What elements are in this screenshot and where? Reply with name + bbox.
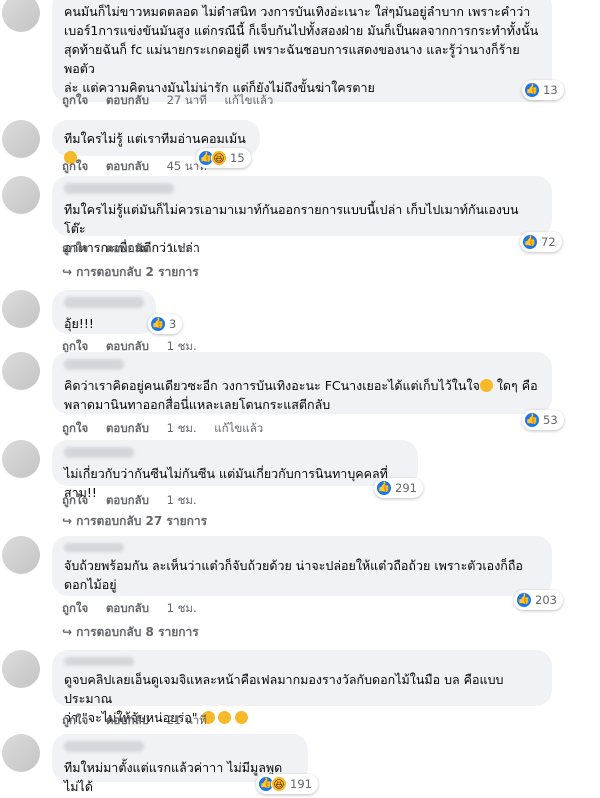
reaction-summary[interactable]: 👍 😆 15 — [196, 148, 251, 168]
reaction-count: 13 — [543, 83, 558, 97]
reply-button[interactable]: ตอบกลับ — [106, 159, 149, 173]
comment-actions: ถูกใจ ตอบกลับ 1 ชม. — [62, 240, 211, 258]
reaction-count: 15 — [230, 151, 245, 165]
avatar[interactable] — [2, 0, 40, 32]
avatar[interactable] — [2, 120, 40, 158]
like-button[interactable]: ถูกใจ — [62, 241, 88, 255]
author-name[interactable] — [64, 447, 134, 458]
like-button[interactable]: ถูกใจ — [62, 493, 88, 507]
comment-bubble: คนมันก็ไม่ขาวหมดตลอด ไม่ดำสนิท วงการบันเ… — [52, 0, 552, 102]
reply-arrow-icon: ↪ — [62, 625, 73, 639]
like-icon: 👍 — [524, 412, 540, 428]
timestamp[interactable]: 1 ชม. — [167, 339, 197, 353]
haha-icon: 😆 — [211, 150, 227, 166]
timestamp[interactable]: 1 ชม. — [167, 601, 197, 615]
comment-bubble: จับถ้วยพร้อมกัน ละเห็นว่าแต๋วก็จับถ้วยด้… — [52, 536, 552, 596]
comment-actions: ถูกใจ ตอบกลับ 1 ชม. — [62, 600, 211, 618]
haha-icon: 😆 — [271, 776, 287, 792]
reaction-count: 72 — [541, 235, 556, 249]
avatar[interactable] — [2, 176, 40, 214]
comment-actions: ถูกใจ ตอบกลับ 27 นาที แก้ไขแล้ว — [62, 92, 287, 110]
reply-button[interactable]: ตอบกลับ — [106, 93, 149, 107]
like-icon: 👍 — [522, 234, 538, 250]
smile-emoji-icon — [479, 379, 493, 392]
like-button[interactable]: ถูกใจ — [62, 93, 88, 107]
author-name[interactable] — [64, 297, 144, 308]
timestamp[interactable]: 1 ชม. — [167, 241, 197, 255]
reaction-summary[interactable]: 👍 😆 191 — [256, 774, 318, 794]
comment-text: คิดว่าเราคิดอยู่คนเดียวซะอีก วงการบันเทิ… — [64, 378, 538, 412]
reaction-count: 3 — [169, 317, 177, 331]
reply-button[interactable]: ตอบกลับ — [106, 493, 149, 507]
like-button[interactable]: ถูกใจ — [62, 339, 88, 353]
timestamp[interactable]: 1 ชม. — [167, 421, 197, 435]
reaction-count: 191 — [290, 777, 312, 791]
avatar[interactable] — [2, 734, 40, 772]
reply-arrow-icon: ↪ — [62, 514, 73, 528]
like-icon: 👍 — [516, 592, 532, 608]
timestamp[interactable]: 1 ชม. — [167, 493, 197, 507]
author-name[interactable] — [64, 543, 124, 552]
reply-button[interactable]: ตอบกลับ — [106, 601, 149, 615]
reaction-summary[interactable]: 👍 53 — [522, 410, 564, 430]
like-button[interactable]: ถูกใจ — [62, 421, 88, 435]
like-button[interactable]: ถูกใจ — [62, 601, 88, 615]
comment-bubble: คิดว่าเราคิดอยู่คนเดียวซะอีก วงการบันเทิ… — [52, 352, 552, 414]
reply-button[interactable]: ตอบกลับ — [106, 421, 149, 435]
reply-button[interactable]: ตอบกลับ — [106, 241, 149, 255]
author-name[interactable] — [64, 359, 124, 370]
avatar[interactable] — [2, 440, 40, 478]
reply-button[interactable]: ตอบกลับ — [106, 713, 149, 727]
reaction-summary[interactable]: 👍 13 — [522, 80, 564, 100]
comment-bubble: ดูจบคลิปเลยเอ็นดูเจมจิแหละหน้าคือเฟลมากม… — [52, 650, 552, 725]
reaction-summary[interactable]: 👍 203 — [514, 590, 563, 610]
like-button[interactable]: ถูกใจ — [62, 159, 88, 173]
reaction-count: 291 — [395, 481, 417, 495]
comment-text: อุ้ย!!! — [64, 316, 94, 331]
laugh-emoji-icon — [235, 711, 249, 724]
comment-text: จับถ้วยพร้อมกัน ละเห็นว่าแต๋วก็จับถ้วยด้… — [64, 558, 523, 592]
comment-actions: ถูกใจ ตอบกลับ 1 ชม. — [62, 492, 211, 510]
view-replies-link[interactable]: ↪ การตอบกลับ 2 รายการ — [62, 263, 199, 282]
timestamp[interactable]: 21 นาที — [167, 713, 207, 727]
reply-button[interactable]: ตอบกลับ — [106, 339, 149, 353]
reaction-summary[interactable]: 👍 3 — [148, 314, 183, 334]
avatar[interactable] — [2, 352, 40, 390]
comment-bubble: ไม่เกี่ยวกับว่ากันซีนไม่กันซีน แต่มันเกี… — [52, 440, 418, 500]
like-icon: 👍 — [524, 82, 540, 98]
comment-actions: ถูกใจ ตอบกลับ 1 ชม. แก้ไขแล้ว — [62, 420, 277, 438]
reaction-count: 203 — [535, 593, 557, 607]
author-name[interactable] — [64, 183, 174, 194]
comment-bubble: อุ้ย!!! — [52, 290, 156, 334]
timestamp[interactable]: 27 นาที — [167, 93, 207, 107]
like-icon: 👍 — [376, 480, 392, 496]
like-icon: 👍 — [150, 316, 166, 332]
avatar[interactable] — [2, 536, 40, 574]
avatar[interactable] — [2, 650, 40, 688]
comment-text: คนมันก็ไม่ขาวหมดตลอด ไม่ดำสนิท วงการบันเ… — [64, 4, 539, 95]
author-name[interactable] — [64, 657, 134, 666]
reaction-summary[interactable]: 👍 291 — [374, 478, 423, 498]
like-button[interactable]: ถูกใจ — [62, 713, 88, 727]
edited-label: แก้ไขแล้ว — [224, 93, 274, 107]
view-replies-link[interactable]: ↪ การตอบกลับ 8 รายการ — [62, 623, 199, 642]
reaction-summary[interactable]: 👍 72 — [520, 232, 562, 252]
view-replies-link[interactable]: ↪ การตอบกลับ 27 รายการ — [62, 512, 207, 531]
comment-bubble: ทีมใครไม่รู้แต่มันก็ไม่ควรเอามาเมาท์กันอ… — [52, 176, 552, 255]
reply-arrow-icon: ↪ — [62, 265, 73, 279]
avatar[interactable] — [2, 290, 40, 328]
reaction-count: 53 — [543, 413, 558, 427]
author-name[interactable] — [64, 741, 144, 752]
edited-label: แก้ไขแล้ว — [214, 421, 264, 435]
comment-actions: ถูกใจ ตอบกลับ 21 นาที — [62, 712, 221, 730]
